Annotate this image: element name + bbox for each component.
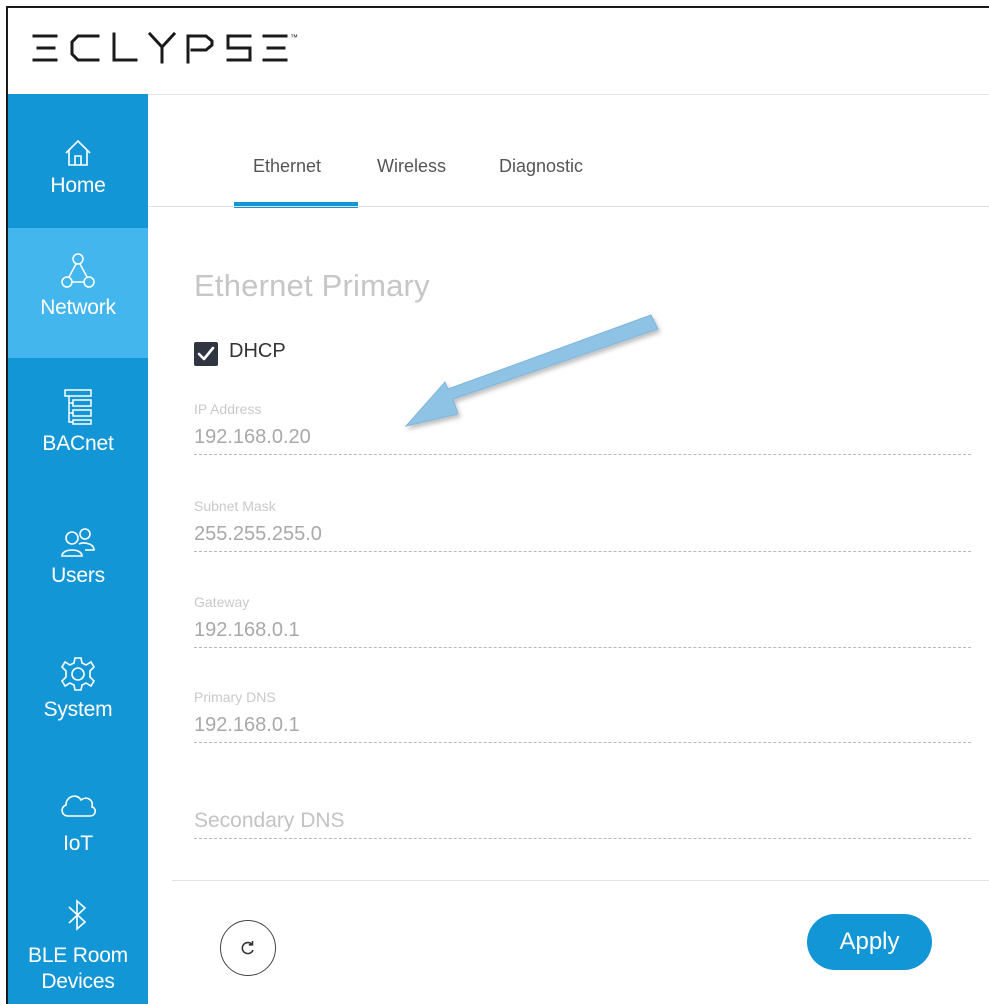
tab-diagnostic[interactable]: Diagnostic [499, 156, 583, 177]
bluetooth-icon [67, 898, 89, 937]
field-underline [194, 454, 971, 455]
gear-icon [60, 656, 96, 697]
top-bar: ™ [8, 8, 989, 94]
bacnet-icon [63, 388, 93, 431]
section-title: Ethernet Primary [194, 268, 430, 303]
refresh-icon [241, 941, 254, 955]
sidebar-item-users[interactable]: Users [8, 488, 148, 620]
refresh-button[interactable] [220, 920, 276, 976]
ip-address-input[interactable] [194, 422, 971, 452]
sidebar-item-network[interactable]: Network [8, 228, 148, 358]
field-underline [194, 647, 971, 648]
home-icon [63, 138, 93, 173]
network-icon [60, 252, 96, 295]
subnet-mask-field: Subnet Mask [194, 497, 971, 552]
sidebar-item-label: System [43, 698, 113, 721]
field-underline [194, 551, 971, 552]
primary-dns-field: Primary DNS [194, 688, 971, 743]
dhcp-label: DHCP [229, 340, 286, 362]
cloud-icon [59, 790, 97, 823]
sidebar: Home Network BACnet Users System IoT BLE… [8, 94, 148, 1004]
divider [148, 94, 989, 95]
sidebar-item-iot[interactable]: IoT [8, 752, 148, 884]
divider [148, 206, 989, 207]
field-underline [194, 742, 971, 743]
sidebar-item-label: Users [51, 564, 105, 587]
subnet-mask-input[interactable] [194, 519, 971, 549]
sidebar-item-label: IoT [63, 832, 93, 855]
field-label: Primary DNS [194, 689, 276, 705]
sidebar-item-label-line1: BLE Room [28, 944, 128, 967]
sidebar-item-label: BACnet [42, 432, 114, 455]
sidebar-item-home[interactable]: Home [8, 94, 148, 228]
main-content: Ethernet Wireless Diagnostic Ethernet Pr… [148, 94, 989, 1004]
sidebar-item-label: Network [40, 296, 116, 319]
secondary-dns-field [194, 784, 971, 839]
tab-wireless[interactable]: Wireless [377, 156, 446, 177]
sidebar-item-label: Home [50, 174, 106, 197]
users-icon [61, 526, 95, 563]
sidebar-item-ble-room-devices[interactable]: BLE Room Devices [8, 884, 148, 1004]
dhcp-checkbox[interactable] [194, 342, 218, 366]
active-tab-indicator [234, 202, 358, 208]
secondary-dns-input[interactable] [194, 806, 971, 836]
eclypse-logo: ™ [32, 30, 312, 71]
sidebar-item-system[interactable]: System [8, 620, 148, 752]
ip-address-field: IP Address [194, 400, 971, 455]
sidebar-item-bacnet[interactable]: BACnet [8, 358, 148, 488]
tab-ethernet[interactable]: Ethernet [253, 156, 321, 177]
gateway-input[interactable] [194, 615, 971, 645]
field-label: Subnet Mask [194, 498, 276, 514]
divider [172, 880, 989, 881]
apply-button[interactable]: Apply [807, 914, 932, 970]
app-window: ™ Home Network BACnet Users System IoT B… [6, 6, 989, 1004]
field-underline [194, 838, 971, 839]
field-label: IP Address [194, 401, 262, 417]
field-label: Gateway [194, 594, 250, 610]
checkmark-icon [197, 346, 215, 361]
gateway-field: Gateway [194, 593, 971, 648]
svg-text:™: ™ [290, 33, 298, 42]
sidebar-item-label-line2: Devices [41, 970, 115, 993]
primary-dns-input[interactable] [194, 710, 971, 740]
